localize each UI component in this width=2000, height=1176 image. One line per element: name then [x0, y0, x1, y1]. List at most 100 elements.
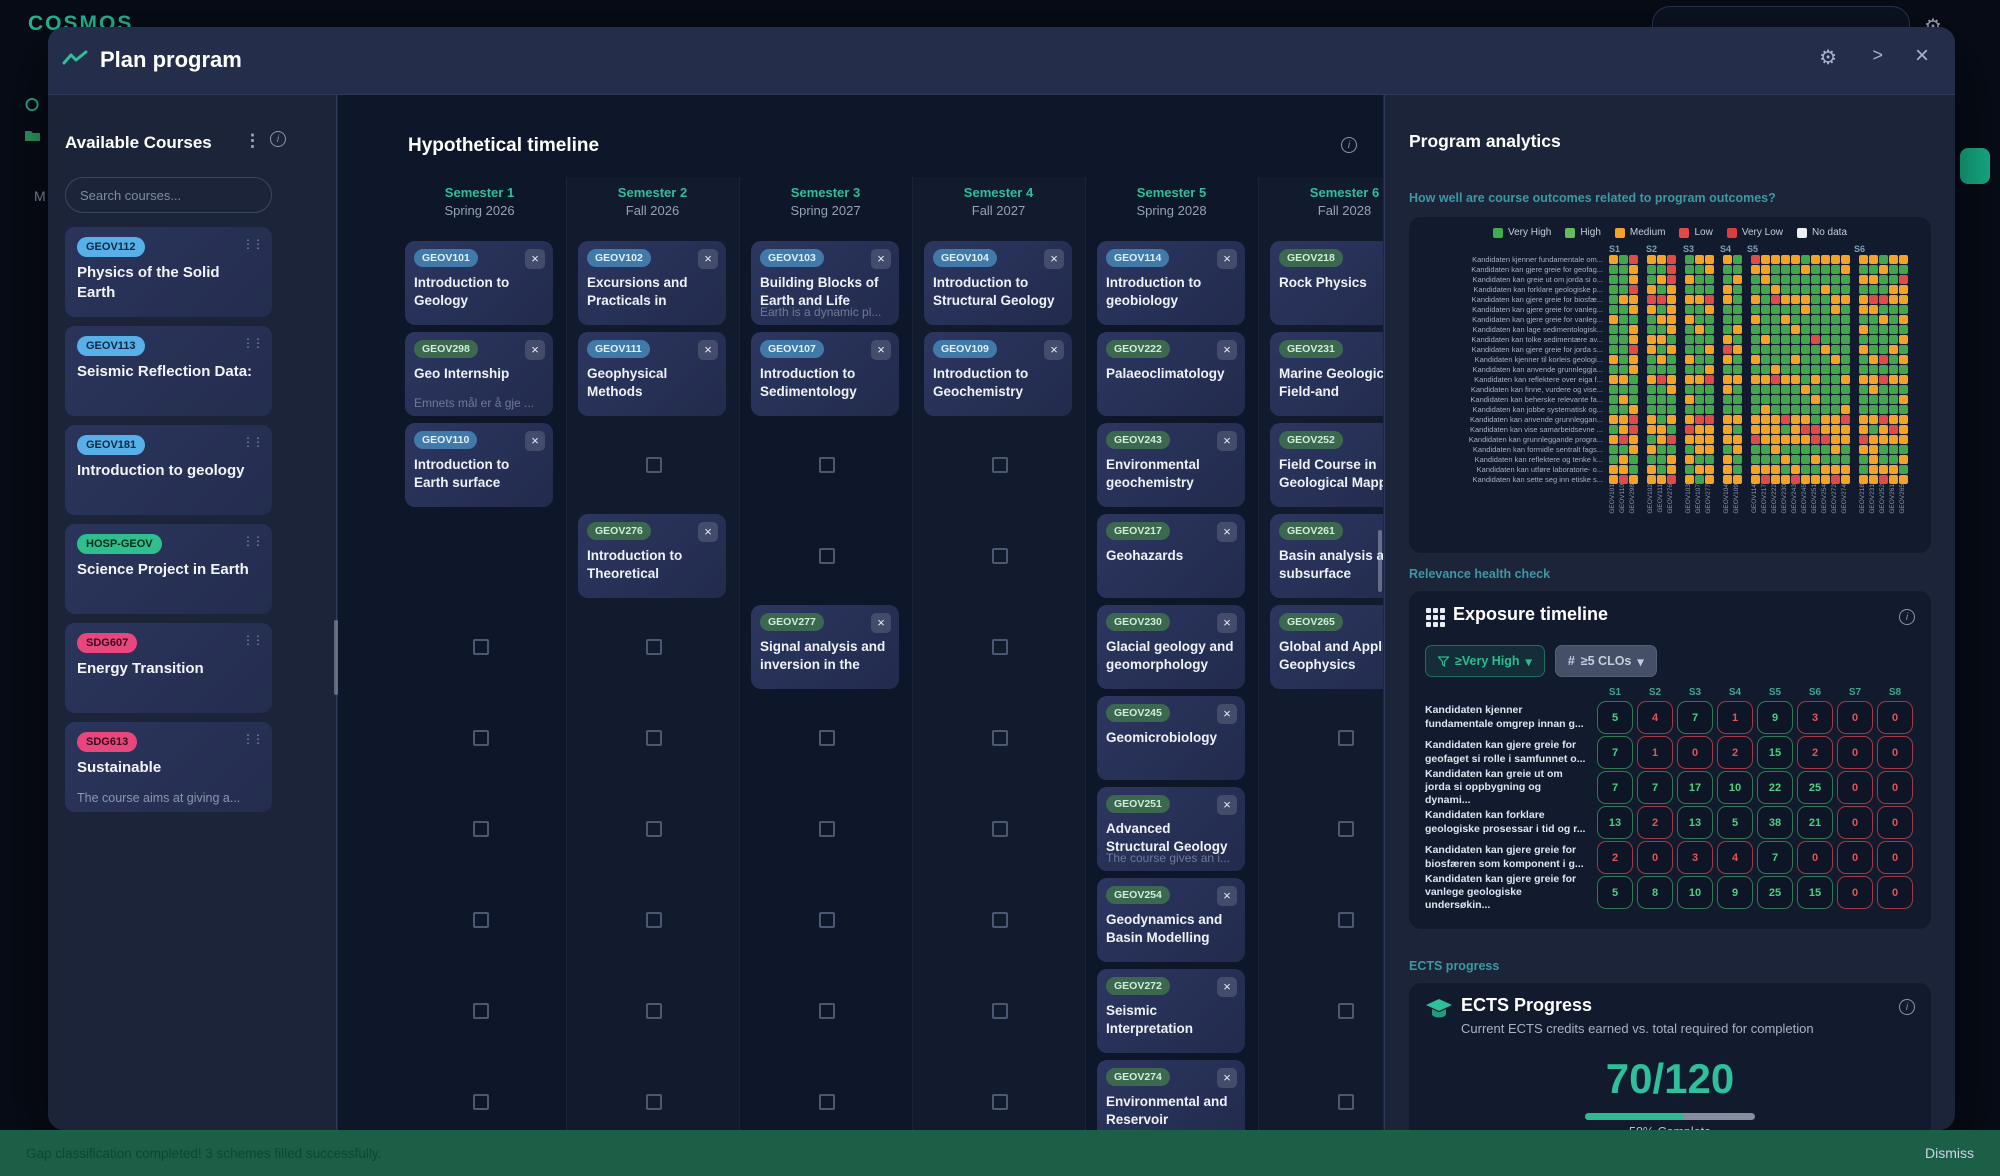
empty-course-slot[interactable]: [1338, 821, 1354, 837]
drag-handle-icon[interactable]: ⋮⋮: [242, 633, 262, 647]
timeline-course-card[interactable]: GEOV104×Introduction to Structural Geolo…: [924, 241, 1072, 325]
empty-course-slot[interactable]: [1338, 912, 1354, 928]
timeline-course-card[interactable]: GEOV110×Introduction to Earth surface pr…: [405, 423, 553, 507]
empty-course-slot[interactable]: [646, 457, 662, 473]
timeline-course-card[interactable]: GEOV272×Seismic Interpretation: [1097, 969, 1245, 1053]
empty-course-slot[interactable]: [819, 457, 835, 473]
empty-course-slot[interactable]: [646, 730, 662, 746]
empty-course-slot[interactable]: [473, 821, 489, 837]
drag-handle-icon[interactable]: ⋮⋮: [242, 237, 262, 251]
timeline-course-card[interactable]: GEOV261×Basin analysis and subsurface in…: [1270, 514, 1383, 598]
empty-course-slot[interactable]: [1338, 1003, 1354, 1019]
empty-course-slot[interactable]: [473, 1094, 489, 1110]
timeline-course-card[interactable]: GEOV114×Introduction to geobiology: [1097, 241, 1245, 325]
available-course-card[interactable]: GEOV112⋮⋮Physics of the Solid Earth: [65, 227, 272, 317]
empty-course-slot[interactable]: [646, 821, 662, 837]
remove-course-button[interactable]: ×: [1044, 249, 1064, 269]
empty-course-slot[interactable]: [473, 912, 489, 928]
timeline-info-icon[interactable]: i: [1341, 137, 1357, 153]
empty-course-slot[interactable]: [646, 1003, 662, 1019]
available-course-card[interactable]: HOSP-GEOV⋮⋮Science Project in Earth: [65, 524, 272, 614]
remove-course-button[interactable]: ×: [698, 249, 718, 269]
remove-course-button[interactable]: ×: [1217, 795, 1237, 815]
timeline-course-card[interactable]: GEOV230×Glacial geology and geomorpholog…: [1097, 605, 1245, 689]
search-input[interactable]: [78, 187, 258, 204]
remove-course-button[interactable]: ×: [1217, 431, 1237, 451]
empty-course-slot[interactable]: [473, 639, 489, 655]
remove-course-button[interactable]: ×: [525, 249, 545, 269]
exposure-info-icon[interactable]: i: [1899, 609, 1915, 625]
empty-course-slot[interactable]: [819, 1003, 835, 1019]
kebab-menu-icon[interactable]: ⋮: [244, 131, 261, 151]
remove-course-button[interactable]: ×: [1217, 340, 1237, 360]
remove-course-button[interactable]: ×: [698, 522, 718, 542]
remove-course-button[interactable]: ×: [871, 340, 891, 360]
available-course-card[interactable]: GEOV181⋮⋮Introduction to geology: [65, 425, 272, 515]
empty-course-slot[interactable]: [819, 730, 835, 746]
filter-clos-chip[interactable]: # ≥5 CLOs▾: [1555, 645, 1657, 677]
empty-course-slot[interactable]: [1338, 1094, 1354, 1110]
available-course-card[interactable]: SDG607⋮⋮Energy Transition: [65, 623, 272, 713]
empty-course-slot[interactable]: [992, 457, 1008, 473]
empty-course-slot[interactable]: [473, 730, 489, 746]
empty-course-slot[interactable]: [646, 912, 662, 928]
ects-info-icon[interactable]: i: [1899, 999, 1915, 1015]
info-icon[interactable]: i: [270, 131, 286, 147]
empty-course-slot[interactable]: [1338, 730, 1354, 746]
remove-course-button[interactable]: ×: [1217, 886, 1237, 906]
available-course-card[interactable]: GEOV113⋮⋮Seismic Reflection Data:: [65, 326, 272, 416]
timeline-course-card[interactable]: GEOV107×Introduction to Sedimentology: [751, 332, 899, 416]
timeline-course-card[interactable]: GEOV254×Geodynamics and Basin Modelling: [1097, 878, 1245, 962]
remove-course-button[interactable]: ×: [1217, 1068, 1237, 1088]
timeline-course-card[interactable]: GEOV265×Global and Applied Geophysics: [1270, 605, 1383, 689]
remove-course-button[interactable]: ×: [525, 340, 545, 360]
timeline-course-card[interactable]: GEOV102×Excursions and Practicals in Geo…: [578, 241, 726, 325]
timeline-course-card[interactable]: GEOV298×Geo InternshipEmnets mål er å gj…: [405, 332, 553, 416]
remove-course-button[interactable]: ×: [1217, 704, 1237, 724]
empty-course-slot[interactable]: [992, 639, 1008, 655]
timeline-course-card[interactable]: GEOV101×Introduction to Geology: [405, 241, 553, 325]
dismiss-button[interactable]: Dismiss: [1925, 1145, 1974, 1161]
nav-folder-icon[interactable]: [24, 128, 41, 142]
empty-course-slot[interactable]: [992, 730, 1008, 746]
close-icon[interactable]: ×: [1915, 42, 1929, 70]
empty-course-slot[interactable]: [819, 1094, 835, 1110]
drag-handle-icon[interactable]: ⋮⋮: [242, 336, 262, 350]
remove-course-button[interactable]: ×: [525, 431, 545, 451]
empty-course-slot[interactable]: [992, 1003, 1008, 1019]
modal-settings-gear-icon[interactable]: ⚙: [1819, 45, 1837, 70]
timeline-course-card[interactable]: GEOV252×Field Course in Geological Mappi…: [1270, 423, 1383, 507]
empty-course-slot[interactable]: [992, 1094, 1008, 1110]
timeline-course-card[interactable]: GEOV276×Introduction to Theoretical Seis…: [578, 514, 726, 598]
timeline-course-card[interactable]: GEOV222×Palaeoclimatology: [1097, 332, 1245, 416]
remove-course-button[interactable]: ×: [1044, 340, 1064, 360]
nav-pin-icon[interactable]: [24, 98, 41, 112]
remove-course-button[interactable]: ×: [1217, 613, 1237, 633]
empty-course-slot[interactable]: [819, 912, 835, 928]
timeline-course-card[interactable]: GEOV243×Environmental geochemistry: [1097, 423, 1245, 507]
timeline-course-card[interactable]: GEOV218×Rock Physics: [1270, 241, 1383, 325]
timeline-course-card[interactable]: GEOV103×Building Blocks of Earth and Lif…: [751, 241, 899, 325]
timeline-course-card[interactable]: GEOV109×Introduction to Geochemistry: [924, 332, 1072, 416]
empty-course-slot[interactable]: [819, 548, 835, 564]
timeline-course-card[interactable]: GEOV274×Environmental and Reservoir Geop…: [1097, 1060, 1245, 1130]
empty-course-slot[interactable]: [992, 821, 1008, 837]
timeline-course-card[interactable]: GEOV231×Marine Geological Field-and Labo…: [1270, 332, 1383, 416]
remove-course-button[interactable]: ×: [871, 613, 891, 633]
timeline-course-card[interactable]: GEOV277×Signal analysis and inversion in…: [751, 605, 899, 689]
timeline-course-card[interactable]: GEOV251×Advanced Structural GeologyThe c…: [1097, 787, 1245, 871]
empty-course-slot[interactable]: [646, 1094, 662, 1110]
drag-handle-icon[interactable]: ⋮⋮: [242, 435, 262, 449]
remove-course-button[interactable]: ×: [1217, 249, 1237, 269]
side-action-button[interactable]: [1960, 148, 1990, 184]
empty-course-slot[interactable]: [646, 639, 662, 655]
timeline-scrollbar[interactable]: [1378, 530, 1382, 592]
remove-course-button[interactable]: ×: [1217, 522, 1237, 542]
empty-course-slot[interactable]: [992, 548, 1008, 564]
remove-course-button[interactable]: ×: [1217, 977, 1237, 997]
timeline-course-card[interactable]: GEOV217×Geohazards: [1097, 514, 1245, 598]
empty-course-slot[interactable]: [819, 821, 835, 837]
timeline-course-card[interactable]: GEOV111×Geophysical Methods: [578, 332, 726, 416]
drag-handle-icon[interactable]: ⋮⋮: [242, 732, 262, 746]
drag-handle-icon[interactable]: ⋮⋮: [242, 534, 262, 548]
